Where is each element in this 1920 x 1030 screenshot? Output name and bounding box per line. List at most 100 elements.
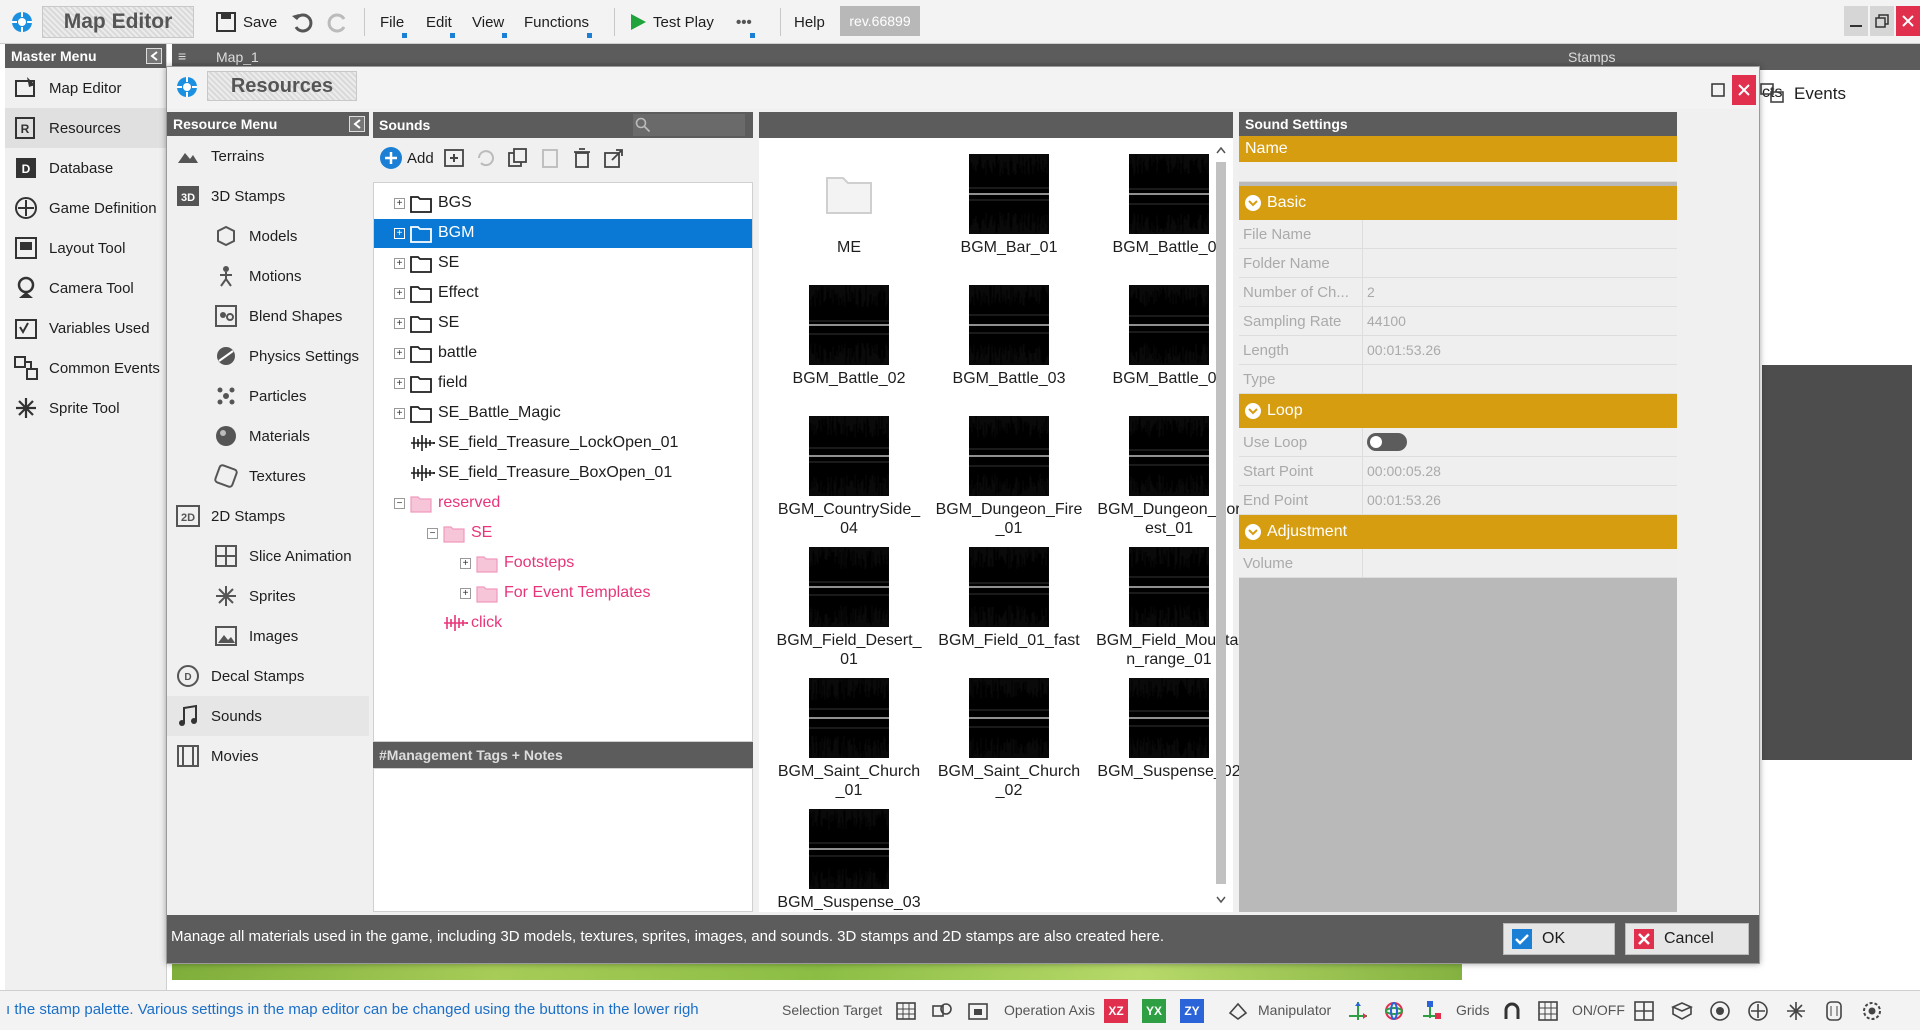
- scale-manipulator-icon[interactable]: [1418, 999, 1442, 1023]
- resource-menu-item-terrains[interactable]: Terrains: [167, 136, 369, 176]
- tree-item-for-event-templates[interactable]: + For Event Templates: [374, 579, 752, 608]
- expand-icon[interactable]: +: [460, 588, 471, 599]
- sound-thumbnail-bgm-suspense-03[interactable]: BGM_Suspense_03: [769, 803, 929, 933]
- expand-icon[interactable]: +: [394, 258, 405, 269]
- master-menu-item-database[interactable]: D Database: [5, 148, 166, 188]
- resource-menu-item-2d-stamps[interactable]: 2D 2D Stamps: [167, 496, 369, 536]
- grid-toggle-icon[interactable]: [1536, 999, 1560, 1023]
- add-sound-button[interactable]: Add: [379, 146, 434, 170]
- trash-icon[interactable]: [570, 146, 594, 170]
- tree-item-reserved[interactable]: − reserved: [374, 489, 752, 518]
- adjustment-section-header[interactable]: Adjustment: [1239, 515, 1677, 549]
- resource-menu-item-slice-animation[interactable]: Slice Animation: [167, 536, 369, 576]
- undo-button[interactable]: [290, 8, 314, 36]
- resource-menu-item-3d-stamps[interactable]: 3D 3D Stamps: [167, 176, 369, 216]
- paste-icon[interactable]: [538, 146, 562, 170]
- save-button[interactable]: Save: [214, 8, 277, 36]
- resource-menu-item-sprites[interactable]: Sprites: [167, 576, 369, 616]
- sound-thumbnail-bgm-saint-church-01[interactable]: BGM_Saint_Church _01: [769, 672, 929, 802]
- resource-menu-collapse-button[interactable]: [349, 116, 365, 132]
- tree-item-footsteps[interactable]: + Footsteps: [374, 549, 752, 578]
- tags-notes-area[interactable]: [373, 768, 753, 912]
- expand-icon[interactable]: +: [394, 198, 405, 209]
- axis-yx-button[interactable]: YX: [1142, 999, 1166, 1023]
- sounds-search-input[interactable]: [633, 114, 745, 136]
- master-menu-item-sprite-tool[interactable]: Sprite Tool: [5, 388, 166, 428]
- layers-icon[interactable]: [1822, 999, 1846, 1023]
- tree-item-se-field-treasure-boxopen-01[interactable]: SE_field_Treasure_BoxOpen_01: [374, 459, 752, 488]
- settings-gear-icon[interactable]: [1860, 999, 1884, 1023]
- expand-icon[interactable]: +: [394, 318, 405, 329]
- tree-item-se[interactable]: + SE: [374, 249, 752, 278]
- prop-value-folder-name[interactable]: [1363, 249, 1677, 277]
- resource-menu-item-materials[interactable]: Materials: [167, 416, 369, 456]
- sound-thumbnail-bgm-saint-church-02[interactable]: BGM_Saint_Church _02: [929, 672, 1089, 802]
- tree-item-bgs[interactable]: + BGS: [374, 189, 752, 218]
- selection-grid-icon[interactable]: [894, 999, 918, 1023]
- prop-value-sampling-rate[interactable]: 44100: [1363, 307, 1677, 335]
- tree-item-click[interactable]: click: [374, 609, 752, 638]
- more-button[interactable]: •••: [736, 8, 755, 38]
- prop-value-file-name[interactable]: [1363, 220, 1677, 248]
- tree-item-bgm[interactable]: + BGM: [374, 219, 752, 248]
- master-menu-item-map-editor[interactable]: Map Editor: [5, 68, 166, 108]
- expand-icon[interactable]: +: [394, 348, 405, 359]
- scroll-up-icon[interactable]: [1216, 146, 1226, 154]
- test-play-button[interactable]: Test Play: [628, 8, 714, 36]
- refresh-icon[interactable]: [474, 146, 498, 170]
- menu-edit[interactable]: Edit: [426, 8, 455, 38]
- collapse-icon[interactable]: −: [427, 528, 438, 539]
- prop-value-start-point[interactable]: 00:00:05.28: [1363, 457, 1677, 485]
- master-menu-item-resources[interactable]: R Resources: [5, 108, 166, 148]
- master-menu-item-camera-tool[interactable]: Camera Tool: [5, 268, 166, 308]
- scroll-down-icon[interactable]: [1216, 896, 1226, 904]
- cancel-button[interactable]: Cancel: [1625, 923, 1749, 955]
- duplicate-icon[interactable]: [506, 146, 530, 170]
- tree-item-effect[interactable]: + Effect: [374, 279, 752, 308]
- move-manipulator-icon[interactable]: [1346, 999, 1370, 1023]
- prop-value-volume[interactable]: [1363, 549, 1677, 577]
- resource-menu-item-motions[interactable]: Motions: [167, 256, 369, 296]
- resource-menu-item-blend-shapes[interactable]: Blend Shapes: [167, 296, 369, 336]
- basic-section-header[interactable]: Basic: [1239, 186, 1677, 220]
- tree-item-se-field-treasure-lockopen-01[interactable]: SE_field_Treasure_LockOpen_01: [374, 429, 752, 458]
- resource-menu-item-physics-settings[interactable]: Physics Settings: [167, 336, 369, 376]
- terrain-view-icon[interactable]: [1670, 999, 1694, 1023]
- axis-zy-button[interactable]: ZY: [1180, 999, 1204, 1023]
- sound-thumbnail-bgm-field-01-fast[interactable]: BGM_Field_01_fast: [929, 541, 1089, 671]
- prop-value-type[interactable]: [1363, 365, 1677, 393]
- dialog-close-button[interactable]: [1732, 75, 1756, 105]
- master-menu-collapse-button[interactable]: [146, 48, 162, 64]
- scrollbar-thumb[interactable]: [1216, 162, 1226, 884]
- rotate-manipulator-icon[interactable]: [1382, 999, 1406, 1023]
- expand-icon[interactable]: +: [394, 288, 405, 299]
- expand-icon[interactable]: +: [394, 228, 405, 239]
- resource-menu-item-models[interactable]: Models: [167, 216, 369, 256]
- prop-value-end-point[interactable]: 00:01:53.26: [1363, 486, 1677, 514]
- loop-section-header[interactable]: Loop: [1239, 394, 1677, 428]
- resource-menu-item-movies[interactable]: Movies: [167, 736, 369, 776]
- lighting-icon[interactable]: [1708, 999, 1732, 1023]
- map-tab[interactable]: Map_1: [216, 49, 259, 65]
- master-menu-item-common-events[interactable]: Common Events: [5, 348, 166, 388]
- sound-thumbnail-bgm-battle-03[interactable]: BGM_Battle_03: [929, 279, 1089, 409]
- minimize-button[interactable]: [1844, 6, 1868, 36]
- collapse-icon[interactable]: −: [394, 498, 405, 509]
- tree-item-field[interactable]: + field: [374, 369, 752, 398]
- master-menu-item-layout-tool[interactable]: Layout Tool: [5, 228, 166, 268]
- sound-thumbnail-me[interactable]: ME: [769, 148, 929, 278]
- events-tab[interactable]: Events: [1760, 76, 1846, 112]
- effects-icon[interactable]: [1784, 999, 1808, 1023]
- expand-icon[interactable]: +: [394, 378, 405, 389]
- tree-item-battle[interactable]: + battle: [374, 339, 752, 368]
- menu-file[interactable]: File: [380, 8, 408, 38]
- tree-item-se-battle-magic[interactable]: + SE_Battle_Magic: [374, 399, 752, 428]
- thumbnail-scrollbar[interactable]: [1213, 142, 1229, 908]
- grid-magnet-icon[interactable]: [1500, 999, 1524, 1023]
- expand-icon[interactable]: +: [460, 558, 471, 569]
- name-field[interactable]: [1239, 162, 1677, 182]
- sound-thumbnail-bgm-bar-01[interactable]: BGM_Bar_01: [929, 148, 1089, 278]
- grid-cells-icon[interactable]: [1632, 999, 1656, 1023]
- close-app-button[interactable]: [1896, 6, 1920, 36]
- resource-menu-item-decal-stamps[interactable]: D Decal Stamps: [167, 656, 369, 696]
